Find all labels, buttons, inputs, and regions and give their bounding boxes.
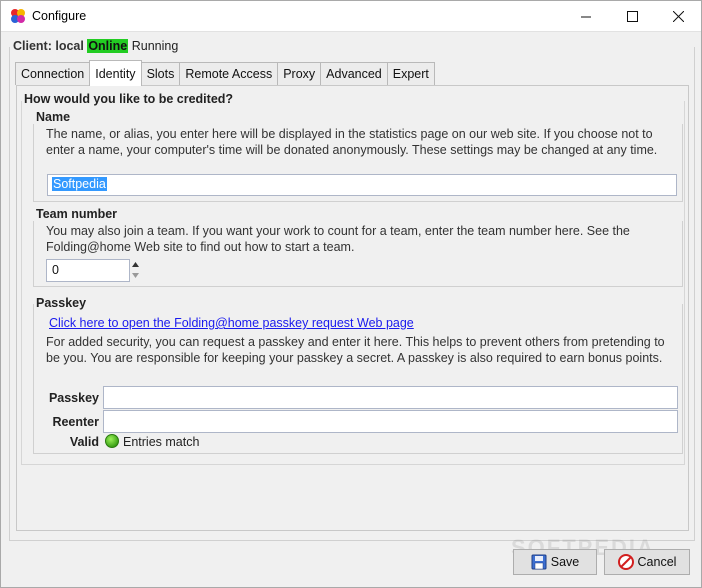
maximize-icon [626, 11, 638, 22]
client-state: Running [131, 39, 179, 53]
credit-heading: How would you like to be credited? [24, 92, 234, 106]
valid-label: Valid [69, 435, 99, 449]
save-button-label: Save [550, 555, 580, 569]
team-number-input[interactable]: 0 [46, 259, 130, 282]
reenter-passkey-input[interactable] [103, 410, 678, 433]
tab-bar: Connection Identity Slots Remote Access … [15, 60, 435, 86]
passkey-section-title: Passkey [36, 296, 91, 310]
title-bar[interactable]: Configure [1, 1, 701, 32]
cancel-icon [617, 554, 634, 570]
close-button[interactable] [655, 1, 701, 32]
minimize-icon [580, 16, 591, 18]
minimize-button[interactable] [563, 1, 609, 32]
window-title: Configure [32, 9, 87, 23]
name-section-title: Name [36, 110, 75, 124]
name-input[interactable]: Softpedia [47, 174, 677, 196]
team-section-title: Team number [36, 207, 122, 221]
valid-status-icon [105, 434, 119, 448]
client-status-row: Client: local Online Running [13, 39, 178, 57]
cancel-button-label: Cancel [637, 555, 677, 569]
tab-identity[interactable]: Identity [89, 60, 142, 86]
passkey-description: For added security, you can request a pa… [46, 335, 665, 365]
client-label: Client: local [13, 39, 84, 53]
tab-proxy[interactable]: Proxy [277, 62, 322, 85]
save-icon [531, 554, 547, 570]
name-input-value: Softpedia [52, 177, 107, 191]
reenter-label: Reenter [52, 415, 99, 429]
team-spin-up-button[interactable] [131, 260, 139, 269]
passkey-request-link[interactable]: Click here to open the Folding@home pass… [49, 316, 414, 330]
folding-at-home-app-icon [11, 9, 25, 23]
name-description: The name, or alias, you enter here will … [46, 127, 658, 157]
tab-connection[interactable]: Connection [15, 62, 91, 85]
maximize-button[interactable] [609, 1, 655, 32]
passkey-input[interactable] [103, 386, 678, 409]
tab-advanced[interactable]: Advanced [320, 62, 388, 85]
team-spin-down-button[interactable] [131, 271, 139, 280]
cancel-button[interactable]: Cancel [604, 549, 690, 575]
status-badge: Online [87, 39, 129, 53]
valid-status-text: Entries match [123, 435, 200, 449]
save-button[interactable]: Save [513, 549, 597, 575]
arrow-up-icon [131, 262, 139, 267]
passkey-label: Passkey [48, 391, 99, 405]
tab-expert[interactable]: Expert [386, 62, 435, 85]
close-icon [672, 11, 684, 22]
configure-window: Configure Client: local Online Running C… [0, 0, 702, 588]
team-description: You may also join a team. If you want yo… [46, 224, 630, 254]
tab-remote-access[interactable]: Remote Access [179, 62, 279, 85]
arrow-down-icon [131, 273, 139, 278]
tab-slots[interactable]: Slots [140, 62, 181, 85]
